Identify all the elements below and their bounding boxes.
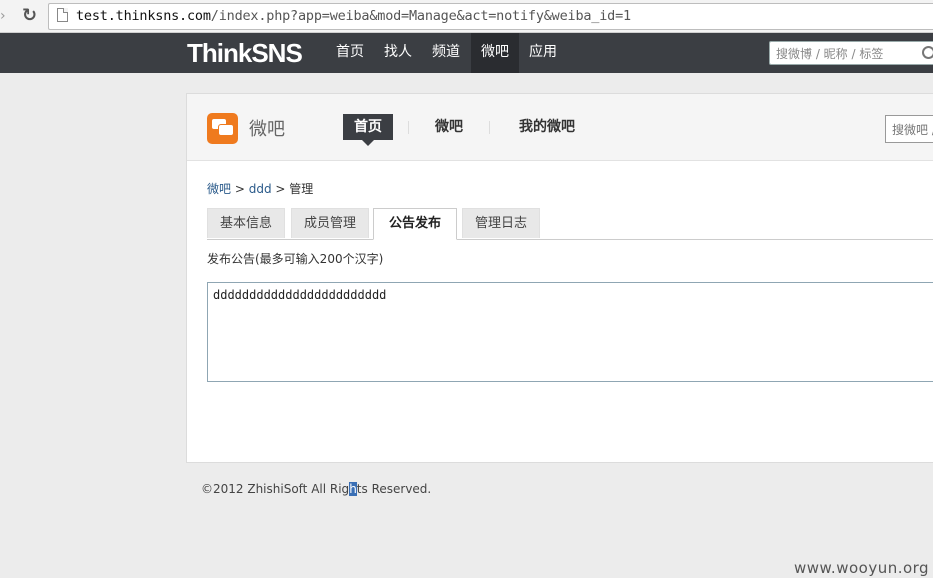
copyright-selected-char: h (349, 482, 357, 496)
breadcrumb: 微吧 > ddd > 管理 (207, 180, 313, 197)
topnav-item-weiba[interactable]: 微吧 (471, 33, 519, 73)
notice-hint: 发布公告(最多可输入200个汉字) (207, 252, 384, 266)
url-text[interactable]: test.thinksns.com/index.php?app=weiba&mo… (76, 8, 631, 24)
weiba-title: 微吧 (249, 119, 285, 140)
weiba-tab-weiba[interactable]: 微吧 (425, 114, 473, 140)
topnav-item-apps[interactable]: 应用 (519, 33, 567, 73)
url-host: test.thinksns.com (76, 8, 211, 24)
tab-basic-info[interactable]: 基本信息 (207, 208, 285, 238)
copyright-post: ts Reserved. (356, 482, 432, 496)
tab-divider (408, 121, 409, 134)
copyright-pre: ©2012 ZhishiSoft All Rig (201, 482, 350, 496)
breadcrumb-current: 管理 (289, 182, 314, 196)
manage-tabs: 基本信息 成员管理 公告发布 管理日志 (207, 208, 933, 240)
weiba-manage-panel: 微吧 首页 微吧 我的微吧 微吧 > ddd > 管理 基本信息 成员管理 公告… (186, 93, 933, 463)
topnav-item-home[interactable]: 首页 (326, 33, 374, 73)
notice-textarea[interactable]: dddddddddddddddddddddddd (207, 282, 933, 382)
breadcrumb-weiba-link[interactable]: 微吧 (207, 182, 231, 196)
address-bar[interactable]: test.thinksns.com/index.php?app=weiba&mo… (48, 3, 933, 30)
weiba-search-box (885, 115, 933, 143)
url-path: /index.php?app=weiba&mod=Manage&act=noti… (210, 8, 631, 24)
weiba-tab-home[interactable]: 首页 (343, 114, 393, 146)
reload-icon[interactable]: ↻ (22, 6, 40, 26)
back-arrow-icon[interactable]: › (0, 8, 10, 24)
tab-notice-publish[interactable]: 公告发布 (373, 208, 457, 240)
weiba-header: 微吧 首页 微吧 我的微吧 (187, 94, 933, 161)
search-icon[interactable] (922, 46, 933, 59)
breadcrumb-group-link[interactable]: ddd (249, 182, 272, 196)
weiba-chat-bubble-icon (207, 113, 238, 144)
page-icon (57, 8, 68, 22)
top-navigation: ThinkSNS 首页 找人 频道 微吧 应用 (0, 33, 933, 73)
site-logo[interactable]: ThinkSNS (187, 38, 303, 68)
browser-toolbar: › ↻ test.thinksns.com/index.php?app=weib… (0, 0, 933, 33)
weiba-search-input[interactable] (890, 118, 933, 142)
watermark: www.wooyun.org (794, 559, 930, 577)
tab-member-manage[interactable]: 成员管理 (291, 208, 369, 238)
topnav-item-find-people[interactable]: 找人 (374, 33, 422, 73)
weiba-tab-my-weiba[interactable]: 我的微吧 (509, 114, 585, 140)
top-search-box (769, 41, 933, 65)
copyright-text: ©2012 ZhishiSoft All Rights Reserved. (201, 482, 431, 496)
breadcrumb-separator: > (231, 182, 249, 196)
tab-manage-log[interactable]: 管理日志 (462, 208, 540, 238)
breadcrumb-separator: > (271, 182, 290, 196)
tab-divider (489, 121, 490, 134)
topnav-item-channel[interactable]: 频道 (422, 33, 470, 73)
top-search-input[interactable] (774, 43, 918, 65)
